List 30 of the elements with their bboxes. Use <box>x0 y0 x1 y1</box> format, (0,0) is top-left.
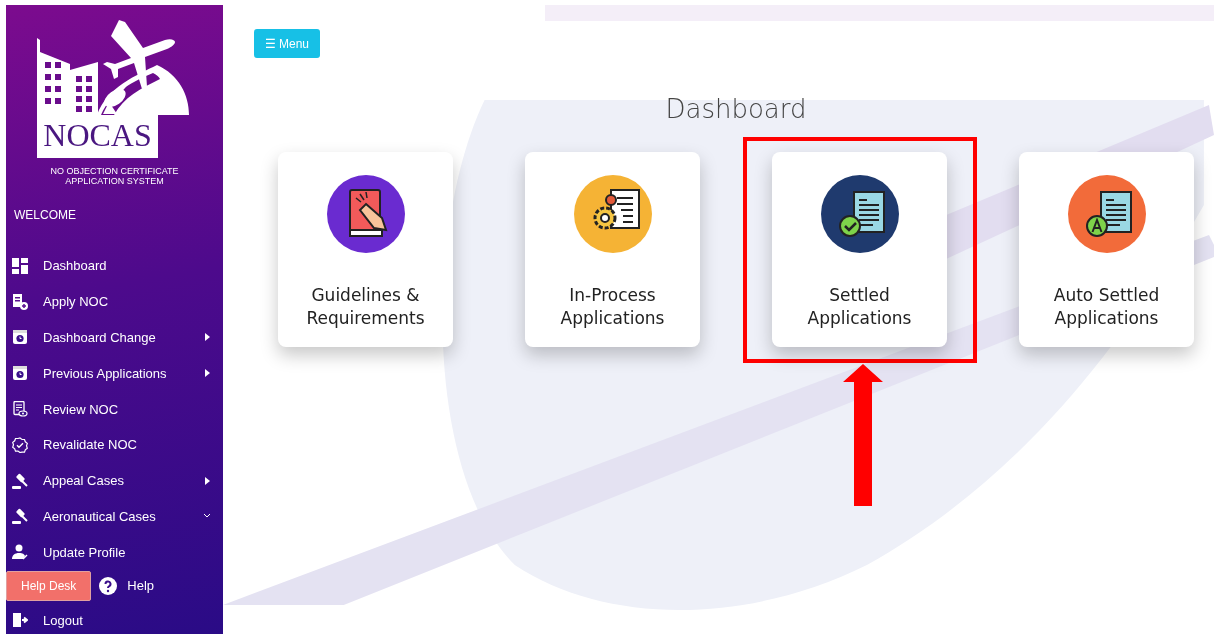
help-icon[interactable] <box>99 576 118 595</box>
dashboard-grid-icon <box>12 257 28 274</box>
sidebar-item[interactable]: Apply NOC <box>6 283 223 320</box>
gavel-icon <box>12 508 28 525</box>
sidebar-item[interactable]: Update Profile <box>6 534 223 571</box>
logo-subtitle: NO OBJECTION CERTIFICATE <box>50 166 179 176</box>
dashboard-card[interactable]: Guidelines & Requirements <box>278 152 453 347</box>
dashboard-card[interactable]: In-Process Applications <box>525 152 700 347</box>
sidebar-item[interactable]: Dashboard Change <box>6 319 223 356</box>
document-eye-icon <box>12 401 28 418</box>
sidebar-item[interactable]: Appeal Cases <box>6 462 223 499</box>
logo-subtitle: APPLICATION SYSTEM <box>65 176 164 186</box>
sidebar-item[interactable]: Revalidate NOC <box>6 427 223 463</box>
page-title: Dashboard <box>664 94 808 124</box>
clock-box-icon <box>12 365 28 382</box>
document-add-icon <box>12 293 28 310</box>
sidebar-item[interactable]: Previous Applications <box>6 355 223 392</box>
logout-item[interactable]: Logout <box>6 606 223 634</box>
welcome-text: WELCOME <box>14 208 77 222</box>
sidebar-item[interactable]: Review NOC <box>6 391 223 427</box>
logout-icon <box>12 612 28 629</box>
dashboard-card[interactable]: Settled Applications <box>772 152 947 347</box>
check-badge-icon <box>12 436 28 453</box>
sidebar-item[interactable]: Aeronautical Cases <box>6 498 223 535</box>
clock-box-icon <box>12 329 28 346</box>
sidebar-item[interactable]: Dashboard <box>6 248 223 284</box>
dashboard-card[interactable]: Auto Settled Applications <box>1019 152 1194 347</box>
gavel-icon <box>12 472 28 489</box>
help-link[interactable]: Help <box>127 578 155 594</box>
user-icon <box>12 544 28 561</box>
